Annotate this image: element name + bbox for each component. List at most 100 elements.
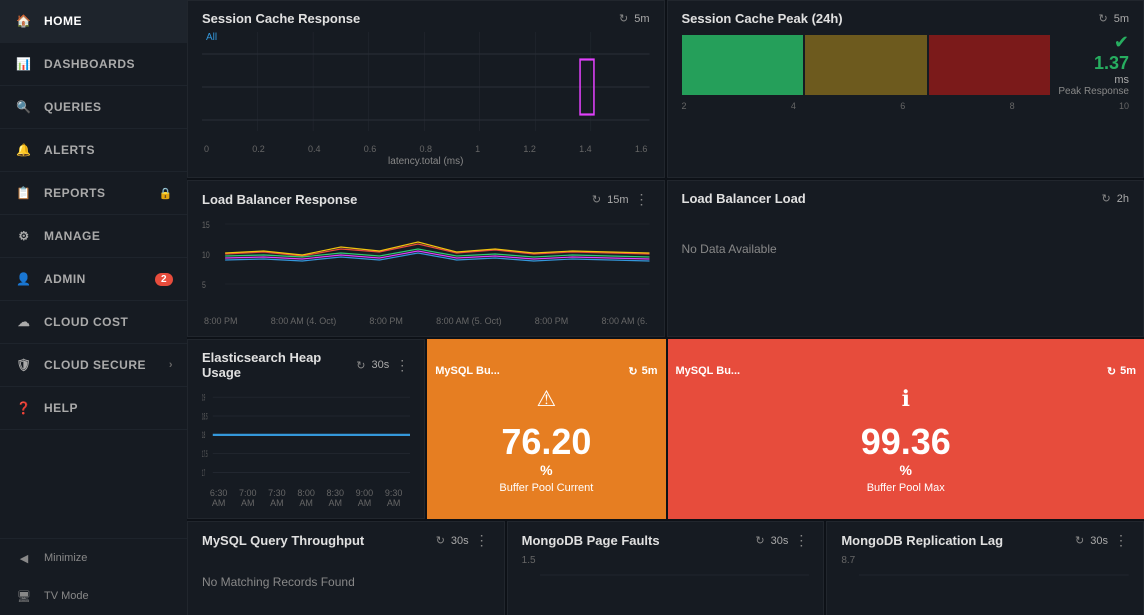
sidebar-item-home[interactable]: 🏠 HOME	[0, 0, 187, 43]
x-label-5: 1	[475, 144, 480, 154]
mysql-buffer-max-panel: MySQL Bu... ↻ 5m ℹ 99.36 % Buffer Pool M…	[668, 339, 1144, 519]
refresh-icon[interactable]: ↻	[755, 534, 764, 547]
panel-title: MongoDB Page Faults	[522, 533, 660, 548]
session-cache-peak-panel: Session Cache Peak (24h) ↻ 5m ✔ 1.37 ms	[667, 0, 1144, 178]
panel-title: Load Balancer Load	[682, 191, 806, 206]
panel-title: MySQL Query Throughput	[202, 533, 364, 548]
arrow-right-icon: ›	[169, 359, 173, 371]
scatter-chart-area: All	[202, 32, 650, 167]
panel-header: MongoDB Replication Lag ↻ 30s ⋮	[841, 532, 1129, 549]
x-axis-title: latency.total (ms)	[202, 156, 650, 167]
refresh-icon[interactable]: ↻	[356, 359, 365, 372]
sidebar-item-manage[interactable]: ⚙ MANAGE	[0, 215, 187, 258]
minimize-icon: ◀	[14, 548, 34, 568]
mysql-unit: %	[900, 462, 912, 478]
mysql-unit: %	[540, 462, 552, 478]
peak-bars	[682, 35, 1051, 95]
panel-controls: ↻ 5m	[619, 12, 650, 25]
help-icon: ❓	[14, 398, 34, 418]
sidebar-bottom: ◀ Minimize 🖥 TV Mode	[0, 538, 187, 615]
panel-title: Load Balancer Response	[202, 192, 357, 207]
panel-header: MySQL Query Throughput ↻ 30s ⋮	[202, 532, 490, 549]
replication-chart: 8.7	[841, 555, 1129, 595]
panel-header: Session Cache Peak (24h) ↻ 5m	[682, 11, 1130, 26]
sidebar-item-alerts[interactable]: 🔔 ALERTS	[0, 129, 187, 172]
mysql-title: MySQL Bu...	[676, 365, 741, 377]
refresh-icon[interactable]: ↻	[619, 12, 628, 25]
mysql-title-bar: MySQL Bu... ↻ 5m	[435, 365, 657, 378]
heap-chart: 19 18.5 18 17.5 17	[202, 386, 410, 486]
refresh-interval: 5m	[1120, 365, 1136, 377]
mysql-title-bar: MySQL Bu... ↻ 5m	[676, 365, 1137, 378]
refresh-icon[interactable]: ↻	[592, 193, 601, 206]
sidebar-item-dashboards[interactable]: 📊 DASHBOARDS	[0, 43, 187, 86]
panel-header: Session Cache Response ↻ 5m	[202, 11, 650, 26]
panel-header: Load Balancer Response ↻ 15m ⋮	[202, 191, 650, 208]
no-matching-records: No Matching Records Found	[202, 555, 490, 609]
time-label: 15m	[607, 194, 628, 206]
time-label: 30s	[372, 359, 390, 371]
peak-x-axis: 2 4 6 8 10	[682, 101, 1130, 111]
sidebar-item-label: QUERIES	[44, 100, 102, 114]
refresh-icon[interactable]: ↻	[436, 534, 445, 547]
lb-chart: 15 10 5	[202, 214, 650, 314]
sidebar-item-queries[interactable]: 🔍 QUERIES	[0, 86, 187, 129]
refresh-icon[interactable]: ↻	[1102, 192, 1111, 205]
refresh-icon[interactable]: ↻	[628, 365, 637, 378]
mysql-query-panel: MySQL Query Throughput ↻ 30s ⋮ No Matchi…	[187, 521, 505, 615]
sidebar-item-reports[interactable]: 📋 REPORTS 🔒	[0, 172, 187, 215]
mysql-desc: Buffer Pool Current	[499, 482, 593, 494]
elasticsearch-heap-panel: Elasticsearch Heap Usage ↻ 30s ⋮ 19	[187, 339, 425, 519]
tv-mode-button[interactable]: 🖥 TV Mode	[0, 577, 187, 615]
svg-text:18: 18	[202, 431, 205, 440]
tv-mode-label: TV Mode	[44, 590, 89, 602]
panel-header: MongoDB Page Faults ↻ 30s ⋮	[522, 532, 810, 549]
sidebar-item-label: CLOUD COST	[44, 315, 128, 329]
session-cache-response-panel: Session Cache Response ↻ 5m All	[187, 0, 665, 178]
svg-text:18.5: 18.5	[202, 413, 208, 422]
peak-value: 1.37	[1094, 53, 1129, 74]
more-options-icon[interactable]: ⋮	[475, 532, 490, 549]
more-options-icon[interactable]: ⋮	[794, 532, 809, 549]
x-label-4: 0.8	[419, 144, 432, 154]
peak-content: ✔ 1.37 ms Peak Response	[682, 32, 1130, 97]
panel-controls: ↻ 30s ⋮	[755, 532, 809, 549]
refresh-icon[interactable]: ↻	[1075, 534, 1084, 547]
time-label: 2h	[1117, 193, 1129, 205]
sidebar-item-cloud-cost[interactable]: ☁ CLOUD COST	[0, 301, 187, 344]
peak-unit: ms	[1114, 74, 1129, 86]
panel-controls: ↻ 15m ⋮	[592, 191, 650, 208]
panel-title: MongoDB Replication Lag	[841, 533, 1003, 548]
bar-green	[682, 35, 804, 95]
minimize-button[interactable]: ◀ Minimize	[0, 539, 187, 577]
more-options-icon[interactable]: ⋮	[1114, 532, 1129, 549]
sidebar-item-help[interactable]: ❓ HELP	[0, 387, 187, 430]
refresh-icon[interactable]: ↻	[1099, 12, 1108, 25]
all-label: All	[206, 32, 217, 43]
panel-controls: ↻ 30s ⋮	[436, 532, 490, 549]
tv-icon: 🖥	[14, 586, 34, 606]
mongodb-replication-panel: MongoDB Replication Lag ↻ 30s ⋮ 8.7	[826, 521, 1144, 615]
sidebar-item-admin[interactable]: 👤 ADMIN 2	[0, 258, 187, 301]
more-options-icon[interactable]: ⋮	[395, 357, 410, 374]
more-options-icon[interactable]: ⋮	[635, 191, 650, 208]
x-label-6: 1.2	[523, 144, 536, 154]
heap-svg: 19 18.5 18 17.5 17	[202, 386, 410, 486]
panel-title: Elasticsearch Heap Usage	[202, 350, 356, 380]
panel-controls: ↻ 30s ⋮	[1075, 532, 1129, 549]
time-label: 30s	[771, 535, 789, 547]
sidebar-item-label: ADMIN	[44, 272, 86, 286]
x-label-0: 0	[204, 144, 209, 154]
peak-value-block: ✔ 1.37 ms Peak Response	[1058, 32, 1129, 97]
sidebar-item-label: HOME	[44, 14, 82, 28]
admin-badge: 2	[155, 273, 173, 286]
refresh-icon[interactable]: ↻	[1107, 365, 1116, 378]
panel-title: Session Cache Response	[202, 11, 360, 26]
lb-svg: 15 10 5	[202, 214, 650, 314]
row-3: Elasticsearch Heap Usage ↻ 30s ⋮ 19	[187, 339, 1144, 519]
x-label-1: 0.2	[252, 144, 265, 154]
warning-icon: ⚠	[537, 386, 557, 412]
mysql-title: MySQL Bu...	[435, 365, 500, 377]
sidebar-item-cloud-secure[interactable]: 🛡 CLOUD SECURE ›	[0, 344, 187, 387]
time-label: 5m	[1114, 13, 1129, 25]
